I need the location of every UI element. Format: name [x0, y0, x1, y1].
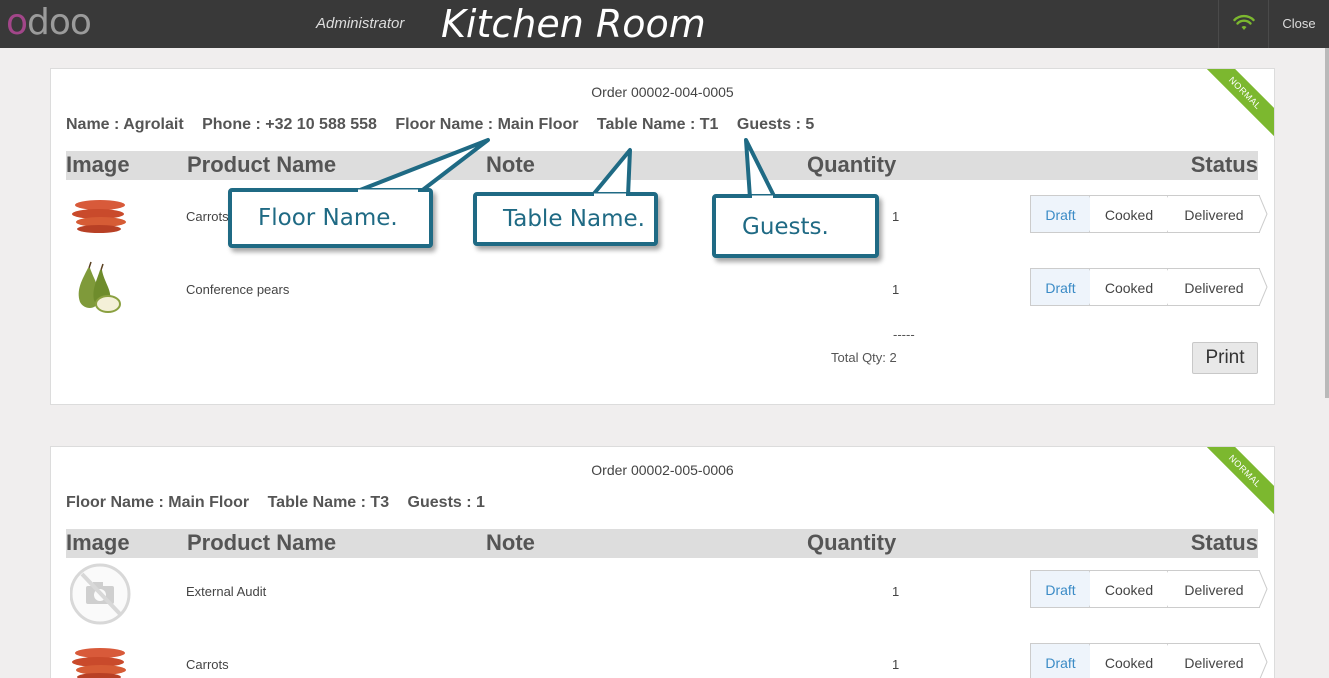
product-name: Carrots: [186, 657, 229, 672]
column-note: Note: [486, 152, 535, 177]
column-quantity: Quantity: [807, 530, 897, 555]
table-header: Image Product Name Note Quantity Status: [66, 529, 1258, 558]
odoo-logo: odoo: [6, 2, 92, 43]
column-product: Product Name: [187, 152, 337, 177]
column-status: Status: [1190, 152, 1258, 177]
carrots-image: [70, 187, 130, 247]
order-card: NORMAL Order 00002-005-0006 Floor Name :…: [50, 446, 1275, 678]
column-note: Note: [486, 530, 535, 555]
column-product: Product Name: [187, 530, 337, 555]
product-qty: 1: [892, 282, 900, 297]
floor-name: Floor Name : Main Floor: [395, 116, 579, 133]
print-button[interactable]: Print: [1192, 342, 1258, 374]
table-row: Conference pears 1 Draft Cooked Delivere…: [66, 260, 1268, 320]
guests-count: Guests : 5: [736, 116, 815, 133]
product-name: Carrots: [186, 209, 229, 224]
page-title: Kitchen Room: [441, 2, 706, 46]
table-header: Image Product Name Note Quantity Status: [66, 151, 1258, 180]
column-quantity: Quantity: [807, 152, 897, 177]
status-cooked[interactable]: Cooked: [1090, 643, 1168, 678]
product-qty: 1: [892, 584, 900, 599]
user-name[interactable]: Administrator: [316, 15, 404, 32]
status-cooked[interactable]: Cooked: [1090, 195, 1168, 233]
product-name: External Audit: [186, 584, 267, 599]
pears-image: [70, 260, 130, 320]
status-delivered[interactable]: Delivered: [1168, 643, 1260, 678]
callout-guests: Guests.: [712, 194, 879, 258]
wifi-icon: [1233, 14, 1255, 30]
totals-separator: -----: [893, 327, 915, 342]
column-image: Image: [66, 152, 130, 177]
order-number: Order 00002-004-0005: [591, 84, 734, 100]
connection-status: [1218, 0, 1268, 48]
table-name: Table Name : T3: [267, 494, 390, 511]
column-status: Status: [1190, 530, 1258, 555]
status-draft[interactable]: Draft: [1030, 268, 1090, 306]
priority-ribbon: NORMAL: [1199, 69, 1274, 139]
table-name: Table Name : T1: [596, 116, 719, 133]
product-qty: 1: [892, 209, 900, 224]
customer-phone: Phone : +32 10 588 558: [202, 116, 377, 133]
product-name: Conference pears: [186, 282, 290, 297]
floor-name: Floor Name : Main Floor: [66, 494, 250, 511]
status-delivered[interactable]: Delivered: [1168, 195, 1260, 233]
order-meta: Name : Agrolait Phone : +32 10 588 558 F…: [66, 116, 828, 134]
order-meta: Floor Name : Main Floor Table Name : T3 …: [66, 494, 499, 512]
status-delivered[interactable]: Delivered: [1168, 268, 1260, 306]
order-number: Order 00002-005-0006: [591, 462, 734, 478]
table-row: External Audit 1 Draft Cooked Delivered: [66, 562, 1268, 625]
status-arrow-icon: [1259, 643, 1268, 678]
product-qty: 1: [892, 657, 900, 672]
status-delivered[interactable]: Delivered: [1168, 570, 1260, 608]
no-image-placeholder-icon: [69, 562, 131, 625]
status-arrow-icon: [1259, 195, 1268, 233]
status-cooked[interactable]: Cooked: [1090, 570, 1168, 608]
status-arrow-icon: [1259, 570, 1268, 608]
table-row: Carrots 1 Draft Cooked Delivered: [66, 635, 1268, 678]
total-qty: Total Qty: 2: [831, 350, 897, 365]
status-cooked[interactable]: Cooked: [1090, 268, 1168, 306]
close-button[interactable]: Close: [1268, 0, 1329, 48]
status-draft[interactable]: Draft: [1030, 643, 1090, 678]
status-draft[interactable]: Draft: [1030, 570, 1090, 608]
status-arrow-icon: [1259, 268, 1268, 306]
guests-count: Guests : 1: [407, 494, 485, 511]
logo-letter-o: o: [6, 2, 28, 43]
callout-floor-name: Floor Name.: [228, 188, 433, 248]
callout-table-name: Table Name.: [473, 192, 658, 246]
column-image: Image: [66, 530, 130, 555]
customer-name: Name : Agrolait: [66, 116, 184, 133]
status-draft[interactable]: Draft: [1030, 195, 1090, 233]
top-bar: odoo Administrator Kitchen Room Close: [0, 0, 1329, 48]
priority-ribbon: NORMAL: [1199, 447, 1274, 517]
carrots-image: [70, 635, 130, 678]
logo-letters: doo: [27, 2, 92, 43]
scrollbar[interactable]: [1325, 48, 1329, 398]
